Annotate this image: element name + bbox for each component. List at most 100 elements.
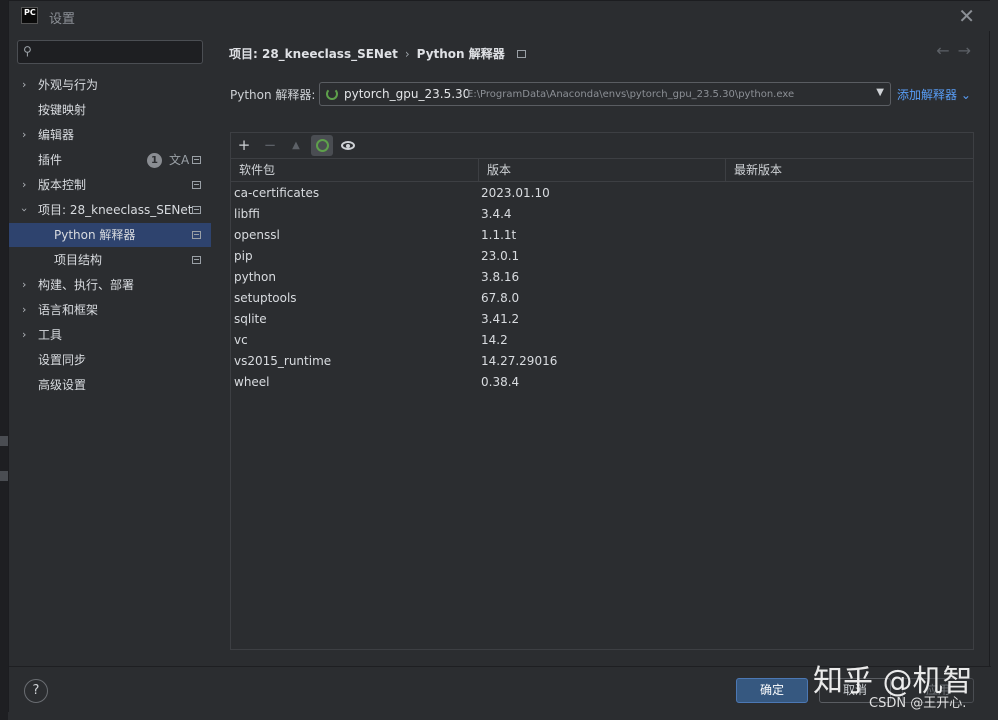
pycharm-logo-icon: PC <box>21 7 38 24</box>
breadcrumb: 项目: 28_kneeclass_SENet › Python 解释器 <box>229 45 526 62</box>
sidebar-item-editor[interactable]: › 编辑器 <box>9 123 211 147</box>
project-scope-icon <box>192 256 201 264</box>
background-divider <box>0 436 8 446</box>
sidebar-item-label: 项目结构 <box>54 253 103 267</box>
chevron-right-icon: › <box>22 303 27 316</box>
project-scope-icon <box>192 231 201 239</box>
packages-toolbar: + − ▲ <box>231 133 973 158</box>
background-editor-strip <box>0 0 8 720</box>
package-name: openssl <box>234 228 280 242</box>
column-header-latest[interactable]: 最新版本 <box>726 159 973 182</box>
chevron-down-icon: ⌄ <box>960 88 971 102</box>
breadcrumb-project[interactable]: 项目: 28_kneeclass_SENet <box>229 47 398 61</box>
sidebar-item-label: 高级设置 <box>38 378 87 392</box>
chevron-right-icon: › <box>22 328 27 341</box>
interpreter-label: Python 解释器: <box>230 88 316 102</box>
sidebar-item-label: 插件 <box>38 153 63 167</box>
upgrade-package-icon[interactable]: ▲ <box>285 135 307 156</box>
csdn-watermark: CSDN @王开心. <box>869 696 967 711</box>
interpreter-path: E:\ProgramData\Anaconda\envs\pytorch_gpu… <box>467 89 795 100</box>
package-version: 2023.01.10 <box>481 186 550 200</box>
remove-package-icon[interactable]: − <box>259 135 281 156</box>
close-icon[interactable]: ✕ <box>958 4 975 28</box>
chevron-right-icon: › <box>22 278 27 291</box>
sidebar-item-label: 设置同步 <box>38 353 87 367</box>
table-row[interactable]: openssl 1.1.1t <box>231 225 973 246</box>
sidebar-item-label: Python 解释器 <box>54 228 136 242</box>
column-header-package[interactable]: 软件包 <box>231 159 479 182</box>
package-version: 14.2 <box>481 333 508 347</box>
main-panel: 项目: 28_kneeclass_SENet › Python 解释器 ←→ Pyt… <box>211 31 991 666</box>
chevron-right-icon: › <box>22 178 27 191</box>
history-arrows: ←→ <box>936 41 979 60</box>
column-header-version[interactable]: 版本 <box>479 159 726 182</box>
sidebar-item-tools[interactable]: › 工具 <box>9 323 211 347</box>
package-name: libffi <box>234 207 260 221</box>
package-name: python <box>234 270 276 284</box>
sidebar-item-label: 构建、执行、部署 <box>38 278 135 292</box>
sidebar-item-plugins[interactable]: 插件 1 文A <box>9 148 211 172</box>
package-version: 1.1.1t <box>481 228 517 242</box>
background-divider <box>0 471 8 481</box>
package-name: wheel <box>234 375 270 389</box>
forward-arrow-icon[interactable]: → <box>958 41 979 60</box>
sidebar-item-project-structure[interactable]: 项目结构 <box>9 248 211 272</box>
window-title: 设置 <box>49 12 76 27</box>
sidebar-item-languages[interactable]: › 语言和框架 <box>9 298 211 322</box>
sidebar-item-settings-sync[interactable]: 设置同步 <box>9 348 211 372</box>
add-interpreter-label: 添加解释器 <box>897 88 958 102</box>
ok-button[interactable]: 确定 <box>736 678 808 703</box>
table-row[interactable]: sqlite 3.41.2 <box>231 309 973 330</box>
refresh-spinner-icon[interactable] <box>311 135 333 156</box>
sidebar-item-label: 版本控制 <box>38 178 87 192</box>
sidebar-item-python-interpreter[interactable]: Python 解释器 <box>9 223 211 247</box>
sidebar-item-label: 外观与行为 <box>38 78 99 92</box>
sidebar-item-label: 编辑器 <box>38 128 75 142</box>
packages-table-header: 软件包 版本 最新版本 <box>231 158 973 182</box>
package-name: pip <box>234 249 253 263</box>
sidebar-item-label: 项目: 28_kneeclass_SENet <box>38 203 193 217</box>
package-name: vc <box>234 333 248 347</box>
package-version: 67.8.0 <box>481 291 520 305</box>
sidebar-item-label: 按键映射 <box>38 103 87 117</box>
packages-panel: + − ▲ 软件包 版本 最新版本 ca-certificates 2023.01… <box>230 132 974 650</box>
package-name: sqlite <box>234 312 267 326</box>
interpreter-dropdown[interactable]: pytorch_gpu_23.5.30 E:\ProgramData\Anaco… <box>319 82 891 106</box>
loading-spinner-icon <box>326 88 338 100</box>
package-name: setuptools <box>234 291 297 305</box>
sidebar-item-project[interactable]: › 项目: 28_kneeclass_SENet <box>9 198 211 222</box>
package-name: vs2015_runtime <box>234 354 332 368</box>
breadcrumb-page: Python 解释器 <box>416 47 505 61</box>
show-early-releases-eye-icon[interactable] <box>337 135 359 156</box>
package-version: 3.8.16 <box>481 270 520 284</box>
breadcrumb-separator-icon: › <box>404 47 410 61</box>
table-row[interactable]: vc 14.2 <box>231 330 973 351</box>
package-version: 3.4.4 <box>481 207 512 221</box>
package-version: 0.38.4 <box>481 375 520 389</box>
table-row[interactable]: vs2015_runtime 14.27.29016 <box>231 351 973 372</box>
search-icon: ⚲ <box>23 44 32 58</box>
chevron-down-icon: › <box>18 207 32 213</box>
settings-sidebar: ⚲ › 外观与行为 按键映射 › 编辑器 插件 1 文A › 版本控制 › 项目… <box>9 31 211 666</box>
table-row[interactable]: ca-certificates 2023.01.10 <box>231 183 973 204</box>
sidebar-item-label: 工具 <box>38 328 63 342</box>
sidebar-item-keymap[interactable]: 按键映射 <box>9 98 211 122</box>
table-row[interactable]: setuptools 67.8.0 <box>231 288 973 309</box>
sidebar-item-version-control[interactable]: › 版本控制 <box>9 173 211 197</box>
sidebar-item-appearance[interactable]: › 外观与行为 <box>9 73 211 97</box>
package-name: ca-certificates <box>234 186 320 200</box>
sidebar-item-advanced[interactable]: 高级设置 <box>9 373 211 397</box>
project-scope-icon <box>192 206 201 214</box>
add-package-icon[interactable]: + <box>233 135 255 156</box>
help-button[interactable]: ? <box>24 679 48 703</box>
sidebar-item-build[interactable]: › 构建、执行、部署 <box>9 273 211 297</box>
project-scope-icon <box>192 156 201 164</box>
table-row[interactable]: python 3.8.16 <box>231 267 973 288</box>
table-row[interactable]: pip 23.0.1 <box>231 246 973 267</box>
add-interpreter-link[interactable]: 添加解释器 ⌄ <box>897 86 971 103</box>
back-arrow-icon[interactable]: ← <box>936 41 957 60</box>
table-row[interactable]: wheel 0.38.4 <box>231 372 973 393</box>
settings-dialog: PC 设置 ✕ ⚲ › 外观与行为 按键映射 › 编辑器 插件 1 文A › 版… <box>8 0 991 713</box>
table-row[interactable]: libffi 3.4.4 <box>231 204 973 225</box>
search-input[interactable]: ⚲ <box>17 40 203 64</box>
